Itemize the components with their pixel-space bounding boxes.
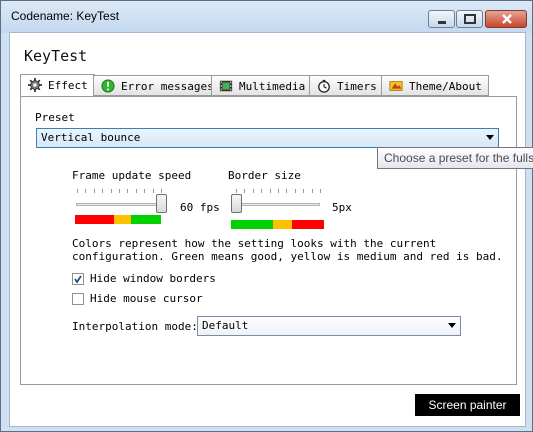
slider-tick: [85, 189, 86, 193]
hide-mouse-cursor-checkbox[interactable]: [72, 293, 84, 305]
slider-tick: [253, 189, 254, 193]
preset-dropdown[interactable]: Vertical bounce: [36, 128, 499, 148]
effect-panel: Preset Vertical bounce Frame update spee…: [20, 96, 517, 385]
frame-speed-slider[interactable]: [72, 189, 167, 213]
slider-tick: [244, 189, 245, 193]
interpolation-label: Interpolation mode:: [72, 320, 198, 333]
quality-segment: [273, 220, 292, 229]
border-size-quality-bar: [231, 220, 324, 229]
hide-window-borders-label[interactable]: Hide window borders: [90, 272, 216, 285]
warning-icon: [101, 79, 115, 93]
quality-segment: [131, 215, 161, 224]
window-title: Codename: KeyTest: [11, 9, 120, 23]
preset-value: Vertical bounce: [41, 131, 141, 144]
stopwatch-icon: [318, 79, 330, 93]
preset-label: Preset: [35, 111, 75, 124]
chevron-down-icon: [448, 323, 456, 328]
title-bar: Codename: KeyTest: [1, 1, 532, 33]
maximize-button[interactable]: [456, 10, 483, 28]
tab-effect[interactable]: Effect: [20, 74, 95, 97]
quality-segment: [231, 220, 273, 229]
tab-label: Error messages: [121, 80, 214, 93]
slider-tick: [94, 189, 95, 193]
interpolation-value: Default: [202, 319, 249, 332]
slider-tick: [111, 189, 112, 193]
gear-icon: [28, 78, 42, 92]
quality-segment: [292, 220, 324, 229]
colors-note-line2: configuration. Green means good, yellow …: [72, 250, 503, 263]
close-icon: [502, 14, 512, 24]
theme-icon: [389, 81, 403, 91]
minimize-button[interactable]: [428, 10, 455, 28]
slider-thumb[interactable]: [156, 194, 167, 213]
film-icon: [219, 80, 233, 92]
border-size-label: Border size: [228, 169, 301, 182]
slider-track: [235, 203, 320, 206]
slider-track: [76, 203, 161, 206]
slider-tick: [119, 189, 120, 193]
slider-tick: [136, 189, 137, 193]
slider-tick: [236, 189, 237, 193]
border-size-value: 5px: [332, 201, 352, 214]
slider-tick: [295, 189, 296, 193]
slider-tick: [161, 189, 162, 193]
colors-note-line1: Colors represent how the setting looks w…: [72, 237, 437, 250]
checkmark-icon: [74, 275, 82, 284]
quality-segment: [114, 215, 131, 224]
slider-tick: [127, 189, 128, 193]
tab-error-messages[interactable]: Error messages: [93, 75, 221, 96]
minimize-icon: [438, 21, 446, 24]
slider-tick: [77, 189, 78, 193]
hide-mouse-cursor-label[interactable]: Hide mouse cursor: [90, 292, 203, 305]
frame-speed-label: Frame update speed: [72, 169, 192, 182]
tab-multimedia[interactable]: Multimedia: [211, 75, 313, 96]
close-button[interactable]: [485, 10, 527, 28]
preset-tooltip: Choose a preset for the fullsc: [377, 147, 533, 169]
interpolation-dropdown[interactable]: Default: [197, 316, 461, 336]
tab-theme-about[interactable]: Theme/About: [381, 75, 489, 96]
tab-label: Theme/About: [409, 80, 482, 93]
border-size-slider[interactable]: [231, 189, 326, 213]
slider-tick: [153, 189, 154, 193]
hide-window-borders-checkbox[interactable]: [72, 273, 84, 285]
tab-label: Timers: [337, 80, 377, 93]
slider-tick: [286, 189, 287, 193]
slider-tick: [303, 189, 304, 193]
slider-tick: [102, 189, 103, 193]
chevron-down-icon: [486, 135, 494, 140]
slider-tick: [320, 189, 321, 193]
tab-label: Multimedia: [239, 80, 306, 93]
slider-tick: [312, 189, 313, 193]
tab-label: Effect: [48, 79, 88, 92]
client-area: KeyTest Effect Error messages Multimedia: [9, 32, 526, 427]
slider-tick: [278, 189, 279, 193]
frame-speed-value: 60 fps: [180, 201, 220, 214]
screen-painter-button[interactable]: Screen painter: [415, 394, 520, 416]
tab-timers[interactable]: Timers: [309, 75, 384, 96]
frame-speed-quality-bar: [75, 215, 161, 224]
slider-tick: [144, 189, 145, 193]
slider-thumb[interactable]: [231, 194, 242, 213]
quality-segment: [75, 215, 114, 224]
maximize-icon: [464, 14, 476, 24]
app-window: Codename: KeyTest KeyTest Effect Error m…: [0, 0, 533, 432]
slider-tick: [270, 189, 271, 193]
slider-tick: [261, 189, 262, 193]
app-heading: KeyTest: [24, 47, 88, 65]
